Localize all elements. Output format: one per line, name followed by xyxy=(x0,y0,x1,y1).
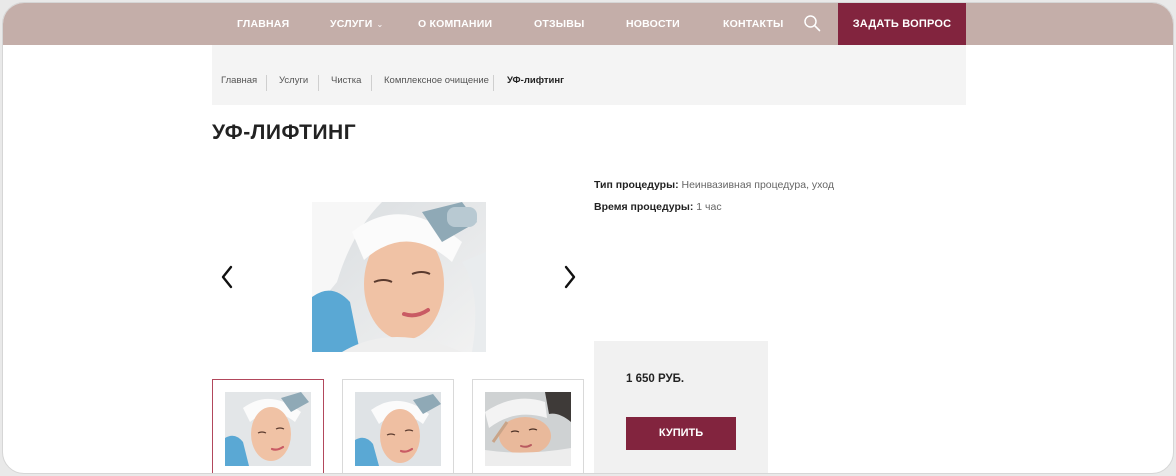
top-navigation: ГЛАВНАЯ УСЛУГИ ⌄ О КОМПАНИИ ОТЗЫВЫ НОВОСТ… xyxy=(3,3,1173,45)
thumbnail-image xyxy=(225,392,311,466)
nav-news[interactable]: НОВОСТИ xyxy=(626,3,680,45)
breadcrumb-divider xyxy=(493,75,494,91)
purchase-box: 1 650 РУБ. КУПИТЬ xyxy=(594,341,768,473)
nav-contacts[interactable]: КОНТАКТЫ xyxy=(723,3,783,45)
main-product-photo xyxy=(312,202,486,352)
breadcrumb-home[interactable]: Главная xyxy=(221,45,257,105)
breadcrumb-services[interactable]: Услуги xyxy=(279,45,308,105)
chevron-left-icon[interactable] xyxy=(220,265,234,289)
nav-services[interactable]: УСЛУГИ ⌄ xyxy=(330,3,383,45)
thumbnail-1[interactable] xyxy=(212,379,324,473)
procedure-time: Время процедуры: 1 час xyxy=(594,201,722,213)
thumbnail-image xyxy=(485,392,571,466)
chevron-down-icon: ⌄ xyxy=(376,20,384,29)
breadcrumb-current: УФ-лифтинг xyxy=(507,75,565,86)
browser-frame: ГЛАВНАЯ УСЛУГИ ⌄ О КОМПАНИИ ОТЗЫВЫ НОВОСТ… xyxy=(2,2,1174,474)
procedure-type-value: Неинвазивная процедура, уход xyxy=(681,179,835,191)
breadcrumb-cleaning[interactable]: Чистка xyxy=(331,45,361,105)
buy-button[interactable]: КУПИТЬ xyxy=(626,417,736,450)
procedure-time-label: Время процедуры: xyxy=(594,201,694,213)
nav-services-label: УСЛУГИ xyxy=(330,18,373,30)
search-icon[interactable] xyxy=(803,14,821,32)
breadcrumb-divider xyxy=(266,75,267,91)
thumbnail-2[interactable] xyxy=(342,379,454,473)
procedure-type: Тип процедуры: Неинвазивная процедура, у… xyxy=(594,179,834,191)
ask-question-button[interactable]: ЗАДАТЬ ВОПРОС xyxy=(838,3,966,45)
breadcrumb-complex-cleaning[interactable]: Комплексное очищение xyxy=(384,45,489,105)
page-title: УФ-ЛИФТИНГ xyxy=(212,121,357,144)
nav-reviews[interactable]: ОТЗЫВЫ xyxy=(534,3,585,45)
chevron-right-icon[interactable] xyxy=(563,265,577,289)
breadcrumb-divider xyxy=(371,75,372,91)
procedure-time-value: 1 час xyxy=(696,201,722,213)
breadcrumb-divider xyxy=(318,75,319,91)
nav-home[interactable]: ГЛАВНАЯ xyxy=(237,3,289,45)
nav-about[interactable]: О КОМПАНИИ xyxy=(418,3,492,45)
thumbnail-image xyxy=(355,392,441,466)
breadcrumb: Главная Услуги Чистка Комплексное очищен… xyxy=(212,45,966,105)
price: 1 650 РУБ. xyxy=(626,373,685,385)
procedure-type-label: Тип процедуры: xyxy=(594,179,679,191)
thumbnail-3[interactable] xyxy=(472,379,584,473)
